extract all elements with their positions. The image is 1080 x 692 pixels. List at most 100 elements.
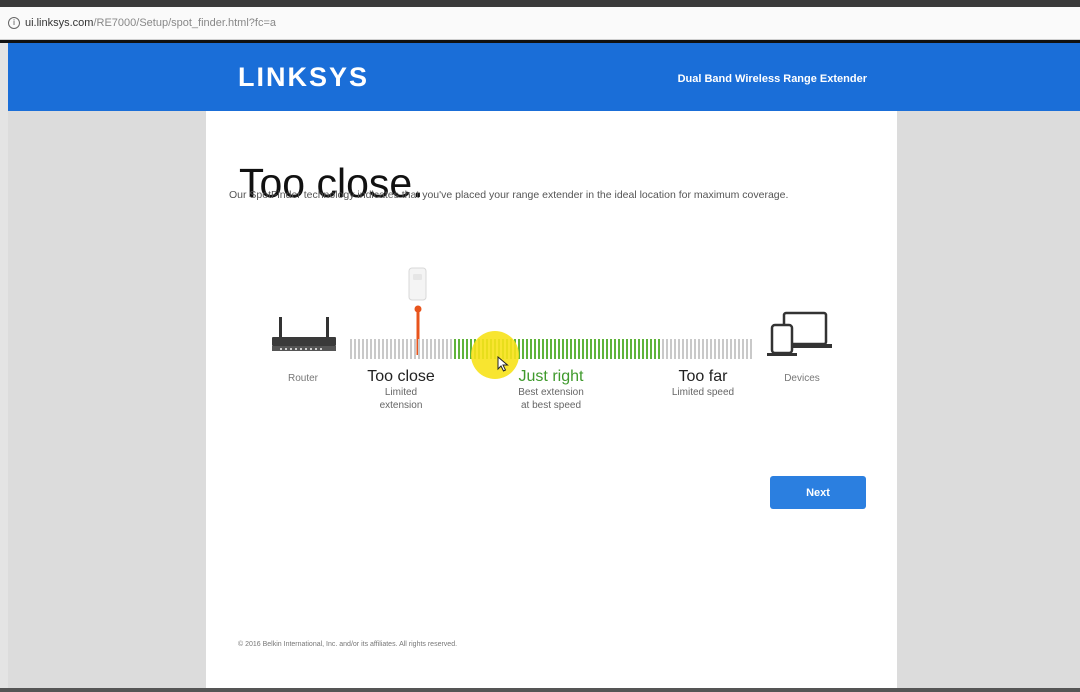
next-button[interactable]: Next [770,476,866,509]
scale-tick [394,339,396,359]
router-icon [272,317,336,351]
scale-tick [742,339,744,359]
router-label: Router [287,373,318,384]
scale-tick [406,339,408,359]
scale-tick [614,339,616,359]
scale-tick [678,339,680,359]
left-margin [8,111,206,692]
window-bottom-edge [0,688,1080,692]
url-host: ui.linksys.com [25,17,94,29]
scale-tick [422,339,424,359]
zone-title: Just right [518,368,584,385]
url-path: /RE7000/Setup/spot_finder.html?fc=a [93,17,277,29]
scale-tick [350,339,352,359]
scale-tick [566,339,568,359]
scale-tick [574,339,576,359]
scale-tick [446,339,448,359]
spotfinder-scale [350,339,752,359]
devices-label: Devices [784,373,820,384]
address-bar[interactable]: i ui.linksys.com /RE7000/Setup/spot_find… [0,7,1080,40]
scale-tick [398,339,400,359]
scale-tick [650,339,652,359]
scale-tick [682,339,684,359]
scale-tick [710,339,712,359]
scale-tick [534,339,536,359]
scale-tick [550,339,552,359]
zone-title: Too far [678,368,728,385]
scale-tick [714,339,716,359]
scale-tick [466,339,468,359]
scale-tick [558,339,560,359]
scale-tick [746,339,748,359]
scale-tick [674,339,676,359]
scale-tick [670,339,672,359]
zone-title: Too close [367,368,435,385]
scale-tick [730,339,732,359]
scale-tick [386,339,388,359]
scale-tick [594,339,596,359]
zone-subtitle: extension [379,400,423,411]
scale-tick [590,339,592,359]
zone-subtitle: Limited speed [671,387,735,398]
scale-tick [390,339,392,359]
scale-tick [702,339,704,359]
scale-tick [378,339,380,359]
scale-tick [722,339,724,359]
zone-too-far: Too far Limited speed [648,368,758,399]
scale-tick [434,339,436,359]
scale-tick [610,339,612,359]
scale-tick [462,339,464,359]
scale-tick [738,339,740,359]
page-description: Our SpotFinder technology indicates that… [229,189,789,201]
scale-tick [718,339,720,359]
scale-tick [706,339,708,359]
scale-tick [598,339,600,359]
scale-tick [418,339,420,359]
scale-tick [454,339,456,359]
scale-tick [698,339,700,359]
scale-tick [602,339,604,359]
scale-tick [538,339,540,359]
scale-tick [658,339,660,359]
scale-tick [382,339,384,359]
scale-tick [530,339,532,359]
site-header: LINKSYS Dual Band Wireless Range Extende… [8,43,1080,111]
copyright-footer: © 2016 Belkin International, Inc. and/or… [238,641,458,648]
scale-tick [654,339,656,359]
scale-tick [734,339,736,359]
scale-tick [366,339,368,359]
scale-tick [606,339,608,359]
scale-tick [370,339,372,359]
scale-tick [582,339,584,359]
right-margin [897,111,1080,692]
window-top-edge [0,0,1080,7]
scale-tick [410,339,412,359]
scale-tick [690,339,692,359]
scale-tick [362,339,364,359]
scale-tick [442,339,444,359]
product-name: Dual Band Wireless Range Extender [677,73,867,85]
scale-tick [554,339,556,359]
zone-subtitle: Best extension [518,387,584,398]
scale-tick [638,339,640,359]
scale-tick [430,339,432,359]
scale-tick [526,339,528,359]
scale-tick [618,339,620,359]
scale-tick [586,339,588,359]
scale-tick [354,339,356,359]
scale-tick [402,339,404,359]
scale-tick [458,339,460,359]
scale-tick [646,339,648,359]
scale-tick [374,339,376,359]
content-panel: Too close. Our SpotFinder technology ind… [206,111,897,692]
info-icon[interactable]: i [8,17,20,29]
scale-tick [546,339,548,359]
scale-tick [750,339,752,359]
zone-subtitle: at best speed [520,400,582,411]
scale-tick [522,339,524,359]
zone-too-close: Too close Limited extension [346,368,456,412]
scale-tick [686,339,688,359]
scale-tick [630,339,632,359]
zone-just-right: Just right Best extension at best speed [491,368,611,412]
scale-tick [570,339,572,359]
